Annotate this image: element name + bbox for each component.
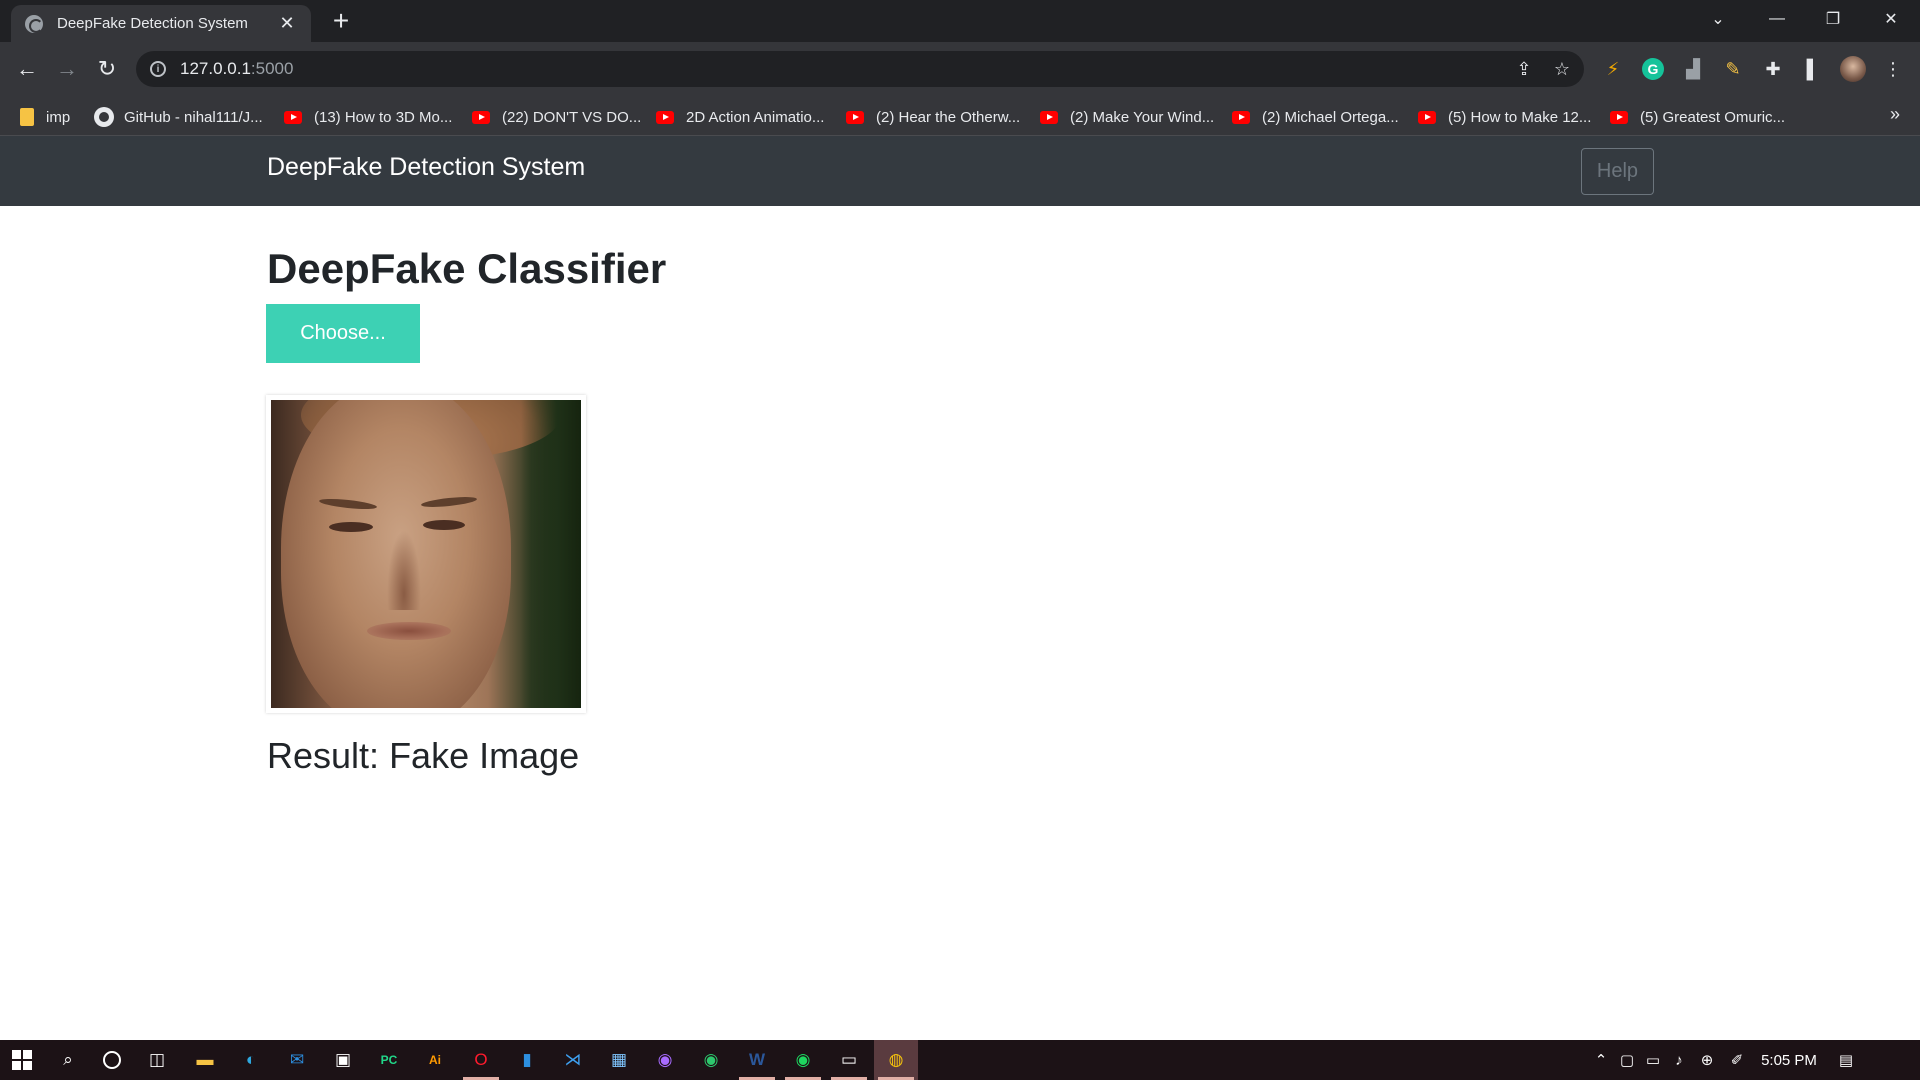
site-info-icon[interactable]: i xyxy=(150,61,166,77)
extension-lightning-icon[interactable]: ⚡ xyxy=(1600,56,1626,82)
more-bookmarks-chevron-icon[interactable]: » xyxy=(1890,104,1900,125)
site-navbar: DeepFake Detection System Help xyxy=(0,136,1920,206)
bookmark-item[interactable]: (13) How to 3D Mo... xyxy=(284,106,452,128)
restore-button[interactable]: ❐ xyxy=(1810,0,1856,38)
windows-taskbar: ⌕ ◫ ▬ ◐ ✉ ▣ PC Ai O ▮ ⋊ ▦ ◉ ◉ W ◉ ▭ ◍ ⌃ … xyxy=(0,1040,1920,1080)
document-app-icon[interactable]: ▮ xyxy=(514,1047,540,1073)
battery-icon[interactable]: ▭ xyxy=(1640,1051,1666,1069)
minimize-button[interactable]: — xyxy=(1754,0,1800,38)
profile-avatar[interactable] xyxy=(1840,56,1866,82)
youtube-icon xyxy=(284,110,302,124)
bookmarks-bar: imp GitHub - nihal111/J... (13) How to 3… xyxy=(0,96,1920,136)
image-preview-frame xyxy=(266,395,586,713)
meet-now-icon[interactable]: ▢ xyxy=(1614,1051,1640,1069)
extensions-puzzle-icon[interactable]: ✚ xyxy=(1760,56,1786,82)
photos-app-icon[interactable]: ▦ xyxy=(606,1047,632,1073)
site-brand[interactable]: DeepFake Detection System xyxy=(267,153,585,182)
browser-menu-icon[interactable]: ⋮ xyxy=(1880,56,1906,82)
notifications-icon[interactable]: ▤ xyxy=(1826,1051,1866,1069)
network-globe-icon[interactable]: ⊕ xyxy=(1692,1051,1722,1069)
vscode-icon[interactable]: ⋊ xyxy=(560,1047,586,1073)
result-label: Result: xyxy=(267,735,380,776)
app-green-icon[interactable]: ◉ xyxy=(698,1047,724,1073)
edge-icon[interactable]: ◐ xyxy=(238,1047,264,1073)
youtube-icon xyxy=(656,110,674,124)
reload-icon[interactable]: ↻ xyxy=(92,54,122,84)
terminal-icon[interactable]: ▭ xyxy=(836,1047,862,1073)
store-icon[interactable]: ▣ xyxy=(330,1047,356,1073)
back-arrow-icon[interactable]: ← xyxy=(12,54,42,84)
volume-icon[interactable]: ♪ xyxy=(1666,1052,1692,1069)
mail-icon[interactable]: ✉ xyxy=(284,1047,310,1073)
spotify-icon[interactable]: ◉ xyxy=(790,1047,816,1073)
chrome-icon[interactable]: ◍ xyxy=(883,1047,909,1073)
bookmark-item[interactable]: GitHub - nihal111/J... xyxy=(94,106,263,128)
forward-arrow-icon[interactable]: → xyxy=(52,54,82,84)
result-text: Result: Fake Image xyxy=(267,735,579,777)
help-button[interactable]: Help xyxy=(1581,148,1654,195)
new-tab-button[interactable]: + xyxy=(326,6,356,36)
opera-icon[interactable]: O xyxy=(468,1047,494,1073)
browser-tabstrip: DeepFake Detection System ✕ + ⌄ — ❐ ✕ xyxy=(0,0,1920,42)
youtube-icon xyxy=(1418,110,1436,124)
extension-chart-icon[interactable]: ▟ xyxy=(1680,56,1706,82)
address-bar[interactable]: i 127.0.0.1:5000 ⇪ ☆ xyxy=(136,51,1584,87)
page-title: DeepFake Classifier xyxy=(267,245,667,292)
uploaded-face-image xyxy=(271,400,581,708)
bookmark-star-icon[interactable]: ☆ xyxy=(1550,57,1574,81)
bookmark-item[interactable]: (5) Greatest Omuric... xyxy=(1610,106,1785,128)
file-explorer-icon[interactable]: ▬ xyxy=(192,1047,218,1073)
youtube-icon xyxy=(1610,110,1628,124)
grammarly-icon[interactable]: G xyxy=(1640,56,1666,82)
bookmark-item[interactable]: 2D Action Animatio... xyxy=(656,106,824,128)
side-panel-icon[interactable]: ▌ xyxy=(1800,56,1826,82)
illustrator-icon[interactable]: Ai xyxy=(422,1047,448,1073)
search-icon[interactable]: ⌕ xyxy=(55,1047,81,1073)
bookmark-item[interactable]: (5) How to Make 12... xyxy=(1418,106,1591,128)
youtube-icon xyxy=(846,110,864,124)
youtube-icon xyxy=(1232,110,1250,124)
bookmark-item[interactable]: (2) Michael Ortega... xyxy=(1232,106,1399,128)
extension-pen-icon[interactable]: ✎ xyxy=(1720,56,1746,82)
pen-workspace-icon[interactable]: ✐ xyxy=(1722,1051,1752,1069)
close-window-button[interactable]: ✕ xyxy=(1868,0,1914,38)
youtube-icon xyxy=(472,110,490,124)
tab-search-chevron-icon[interactable]: ⌄ xyxy=(1695,0,1741,38)
media-app-icon[interactable]: ◉ xyxy=(652,1047,678,1073)
tab-close-icon[interactable]: ✕ xyxy=(277,13,297,34)
bookmark-item[interactable]: imp xyxy=(20,106,70,128)
share-icon[interactable]: ⇪ xyxy=(1512,57,1536,81)
bookmark-item[interactable]: (2) Make Your Wind... xyxy=(1040,106,1214,128)
youtube-icon xyxy=(1040,110,1058,124)
globe-icon xyxy=(25,14,43,33)
pycharm-icon[interactable]: PC xyxy=(376,1047,402,1073)
url-host: 127.0.0.1 xyxy=(180,59,251,78)
clock-time[interactable]: 5:05 PM xyxy=(1752,1052,1826,1069)
browser-toolbar: ← → ↻ i 127.0.0.1:5000 ⇪ ☆ xyxy=(0,42,1920,96)
result-value: Fake Image xyxy=(389,735,580,776)
bookmark-item[interactable]: (22) DON'T VS DO... xyxy=(472,106,641,128)
word-icon[interactable]: W xyxy=(744,1047,770,1073)
windows-start-icon[interactable] xyxy=(9,1047,35,1073)
github-icon xyxy=(94,107,114,127)
url-port: :5000 xyxy=(250,59,294,78)
browser-tab-active[interactable]: DeepFake Detection System ✕ xyxy=(11,5,311,42)
folder-icon xyxy=(20,108,34,126)
tab-title: DeepFake Detection System xyxy=(57,15,248,32)
task-view-icon[interactable]: ◫ xyxy=(144,1047,170,1073)
show-hidden-icons-chevron-icon[interactable]: ⌃ xyxy=(1588,1051,1614,1069)
system-tray: ⌃ ▢ ▭ ♪ ⊕ ✐ 5:05 PM ▤ xyxy=(1588,1040,1866,1080)
choose-file-button[interactable]: Choose... xyxy=(266,304,420,363)
cortana-icon[interactable] xyxy=(99,1047,125,1073)
bookmark-item[interactable]: (2) Hear the Otherw... xyxy=(846,106,1020,128)
